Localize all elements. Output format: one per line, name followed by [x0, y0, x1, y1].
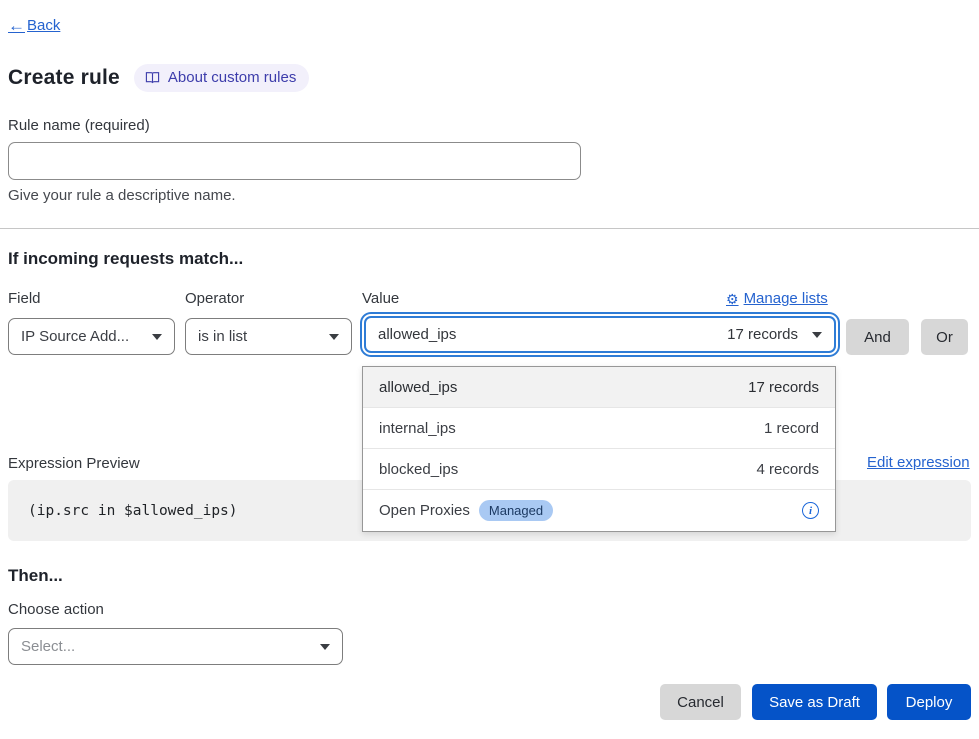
list-option-open-proxies[interactable]: Open Proxies Managed i	[363, 490, 835, 531]
rule-name-label: Rule name (required)	[8, 117, 150, 134]
page-title: Create rule	[8, 66, 120, 90]
action-select-placeholder: Select...	[21, 638, 75, 655]
chevron-down-icon	[320, 644, 330, 650]
rule-name-helper: Give your rule a descriptive name.	[8, 187, 236, 204]
list-option-allowed-ips[interactable]: allowed_ips 17 records	[363, 367, 835, 408]
chevron-down-icon	[152, 334, 162, 340]
value-select-meta: 17 records	[727, 326, 812, 343]
list-option-blocked-ips[interactable]: blocked_ips 4 records	[363, 449, 835, 490]
back-link[interactable]: ←Back	[8, 17, 60, 34]
section-divider	[0, 228, 979, 229]
list-option-record-count: 17 records	[748, 379, 819, 396]
list-option-record-count: 4 records	[756, 461, 819, 478]
about-custom-rules-link[interactable]: About custom rules	[134, 64, 309, 92]
list-option-record-count: 1 record	[764, 420, 819, 437]
edit-expression-link[interactable]: Edit expression	[867, 454, 970, 471]
expression-preview-label: Expression Preview	[8, 455, 140, 472]
manage-lists-link[interactable]: ⚙ Manage lists	[726, 290, 828, 307]
manage-lists-label: Manage lists	[744, 290, 828, 307]
operator-select-value: is in list	[198, 328, 247, 345]
rule-name-input[interactable]	[8, 142, 581, 180]
back-arrow-icon: ←	[8, 17, 25, 34]
value-label: Value	[362, 290, 399, 307]
match-section-heading: If incoming requests match...	[8, 249, 243, 269]
field-select[interactable]: IP Source Add...	[8, 318, 175, 355]
operator-select[interactable]: is in list	[185, 318, 352, 355]
or-button[interactable]: Or	[921, 319, 968, 355]
list-option-internal-ips[interactable]: internal_ips 1 record	[363, 408, 835, 449]
cancel-button[interactable]: Cancel	[660, 684, 741, 720]
list-option-name: blocked_ips	[379, 461, 458, 478]
book-icon	[145, 70, 160, 85]
expression-code: (ip.src in $allowed_ips)	[28, 503, 238, 519]
info-icon[interactable]: i	[802, 502, 819, 519]
operator-label: Operator	[185, 290, 244, 307]
managed-badge: Managed	[479, 500, 553, 521]
choose-action-label: Choose action	[8, 601, 104, 618]
and-button[interactable]: And	[846, 319, 909, 355]
list-dropdown-panel: allowed_ips 17 records internal_ips 1 re…	[362, 366, 836, 532]
then-section-heading: Then...	[8, 566, 63, 586]
field-label: Field	[8, 290, 41, 307]
about-badge-label: About custom rules	[168, 69, 296, 86]
list-option-name: allowed_ips	[379, 379, 457, 396]
gear-icon: ⚙	[726, 292, 739, 306]
save-as-draft-button[interactable]: Save as Draft	[752, 684, 877, 720]
value-select[interactable]: allowed_ips 17 records	[364, 316, 836, 353]
list-option-name: Open Proxies	[379, 502, 470, 519]
chevron-down-icon	[329, 334, 339, 340]
title-row: Create rule About custom rules	[8, 64, 309, 92]
list-option-name: internal_ips	[379, 420, 456, 437]
chevron-down-icon	[812, 332, 822, 338]
action-select[interactable]: Select...	[8, 628, 343, 665]
deploy-button[interactable]: Deploy	[887, 684, 971, 720]
value-select-name: allowed_ips	[378, 326, 456, 343]
field-select-value: IP Source Add...	[21, 328, 129, 345]
back-link-label: Back	[27, 17, 60, 34]
